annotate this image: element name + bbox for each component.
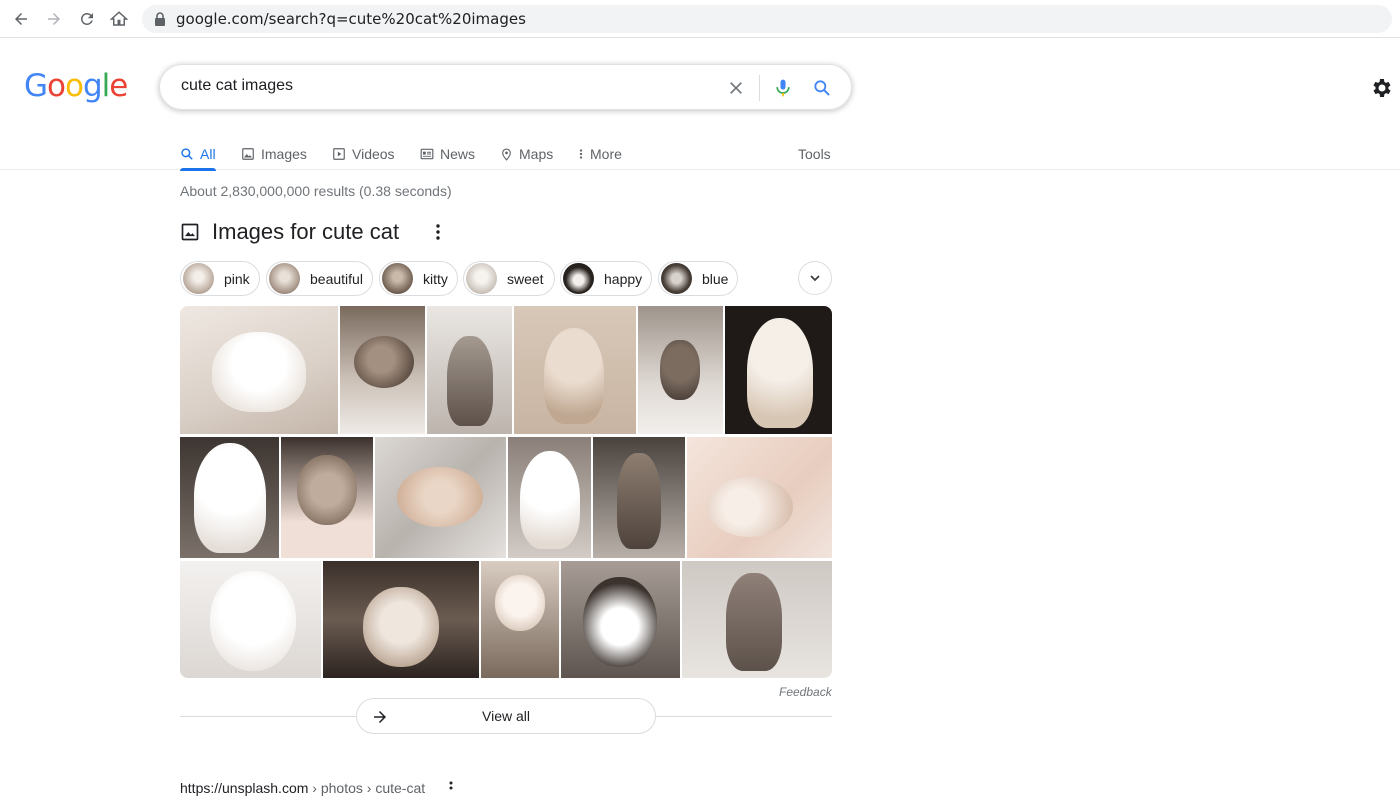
view-all-button[interactable]: View all: [356, 698, 656, 734]
search-icon: [181, 148, 193, 160]
tab-label: All: [200, 146, 216, 162]
chip-thumbnail: [661, 263, 692, 294]
chip-blue[interactable]: blue: [658, 261, 738, 296]
result-domain: https://unsplash.com: [180, 780, 309, 796]
browser-toolbar: google.com/search?q=cute%20cat%20images: [0, 0, 1400, 38]
result-breadcrumb: › photos › cute-cat: [308, 780, 426, 796]
chip-thumbnail: [382, 263, 413, 294]
image-result[interactable]: [281, 437, 373, 558]
feedback-link[interactable]: Feedback: [779, 685, 832, 699]
chip-beautiful[interactable]: beautiful: [266, 261, 373, 296]
image-result[interactable]: [427, 306, 512, 434]
microphone-icon[interactable]: [771, 76, 795, 100]
news-icon: [420, 148, 434, 160]
image-result[interactable]: [561, 561, 680, 678]
image-result[interactable]: [593, 437, 685, 558]
image-result[interactable]: [725, 306, 832, 434]
chip-thumbnail: [466, 263, 497, 294]
image-result[interactable]: [514, 306, 636, 434]
settings-gear-icon[interactable]: [1369, 76, 1393, 100]
tools-label: Tools: [798, 146, 831, 162]
chip-label: kitty: [423, 270, 448, 287]
chip-label: happy: [604, 270, 643, 287]
chevron-down-icon: [810, 275, 820, 282]
image-result[interactable]: [481, 561, 559, 678]
tab-label: Images: [261, 146, 307, 162]
tab-more[interactable]: More: [578, 138, 622, 170]
search-tabs: All Images Videos News Maps More Tools: [180, 138, 840, 171]
tab-images[interactable]: Images: [241, 138, 307, 170]
divider-line: [180, 716, 356, 717]
search-box[interactable]: cute cat images: [159, 64, 852, 110]
tab-label: Maps: [519, 146, 554, 162]
search-header: Google cute cat images All Images Videos: [0, 38, 1400, 171]
image-result[interactable]: [508, 437, 591, 558]
image-result[interactable]: [687, 437, 832, 558]
search-input[interactable]: cute cat images: [181, 77, 293, 95]
clear-icon[interactable]: [724, 76, 748, 100]
chip-label: blue: [702, 270, 729, 287]
chip-sweet[interactable]: sweet: [463, 261, 555, 296]
chip-happy[interactable]: happy: [560, 261, 652, 296]
tab-label: More: [590, 146, 622, 162]
tab-all[interactable]: All: [180, 138, 216, 171]
address-bar[interactable]: google.com/search?q=cute%20cat%20images: [142, 5, 1392, 33]
view-all-label: View all: [482, 708, 530, 724]
arrow-right-icon: [374, 711, 386, 723]
tab-label: News: [440, 146, 476, 162]
chip-thumbnail: [183, 263, 214, 294]
divider-line: [656, 716, 832, 717]
chip-label: beautiful: [310, 270, 363, 287]
image-icon: [181, 223, 199, 241]
reload-icon[interactable]: [76, 8, 98, 30]
forward-arrow-icon[interactable]: [43, 8, 65, 30]
image-icon: [242, 148, 254, 160]
tab-news[interactable]: News: [420, 138, 475, 170]
video-icon: [333, 148, 345, 160]
more-vert-icon: [579, 149, 583, 159]
google-logo[interactable]: Google: [24, 68, 128, 104]
image-result[interactable]: [180, 437, 279, 558]
chip-thumbnail: [269, 263, 300, 294]
image-result[interactable]: [180, 561, 321, 678]
section-menu-icon[interactable]: [430, 221, 446, 243]
chip-label: pink: [224, 270, 250, 287]
search-icon[interactable]: [810, 76, 834, 100]
tab-label: Videos: [352, 146, 395, 162]
chip-pink[interactable]: pink: [180, 261, 260, 296]
tab-videos[interactable]: Videos: [332, 138, 395, 170]
url-text: google.com/search?q=cute%20cat%20images: [176, 10, 526, 28]
image-result[interactable]: [638, 306, 723, 434]
chip-kitty[interactable]: kitty: [379, 261, 458, 296]
chip-thumbnail: [563, 263, 594, 294]
expand-chips-button[interactable]: [798, 261, 832, 295]
image-grid: [180, 306, 832, 678]
image-result[interactable]: [180, 306, 338, 434]
image-result[interactable]: [682, 561, 832, 678]
images-section-title: Images for cute cat: [212, 219, 400, 244]
home-icon[interactable]: [108, 8, 130, 30]
tab-maps[interactable]: Maps: [500, 138, 553, 170]
search-divider: [759, 75, 760, 101]
image-result[interactable]: [323, 561, 479, 678]
image-result[interactable]: [340, 306, 425, 434]
result-menu-icon[interactable]: [447, 780, 455, 792]
result-stats: About 2,830,000,000 results (0.38 second…: [180, 183, 452, 199]
map-pin-icon: [502, 148, 511, 161]
next-result-url[interactable]: https://unsplash.com › photos › cute-cat: [180, 780, 425, 796]
tools-button[interactable]: Tools: [798, 138, 831, 170]
chip-label: sweet: [507, 270, 544, 287]
refinement-chips: pink beautiful kitty sweet happy blue: [180, 261, 840, 297]
image-result[interactable]: [375, 437, 506, 558]
lock-icon: [155, 12, 165, 26]
back-arrow-icon[interactable]: [10, 8, 32, 30]
